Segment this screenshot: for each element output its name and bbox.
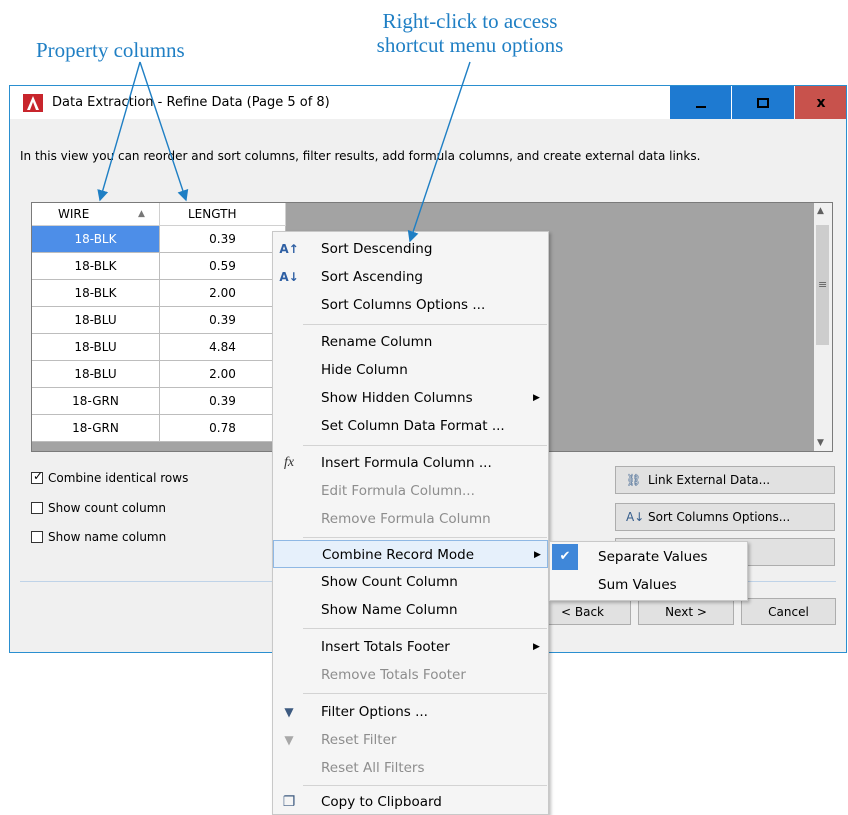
annotation-arrows — [97, 61, 471, 243]
arrow-to-wire-column — [97, 61, 141, 202]
arrow-to-length-column — [139, 61, 189, 202]
arrow-to-context-menu — [407, 61, 471, 243]
